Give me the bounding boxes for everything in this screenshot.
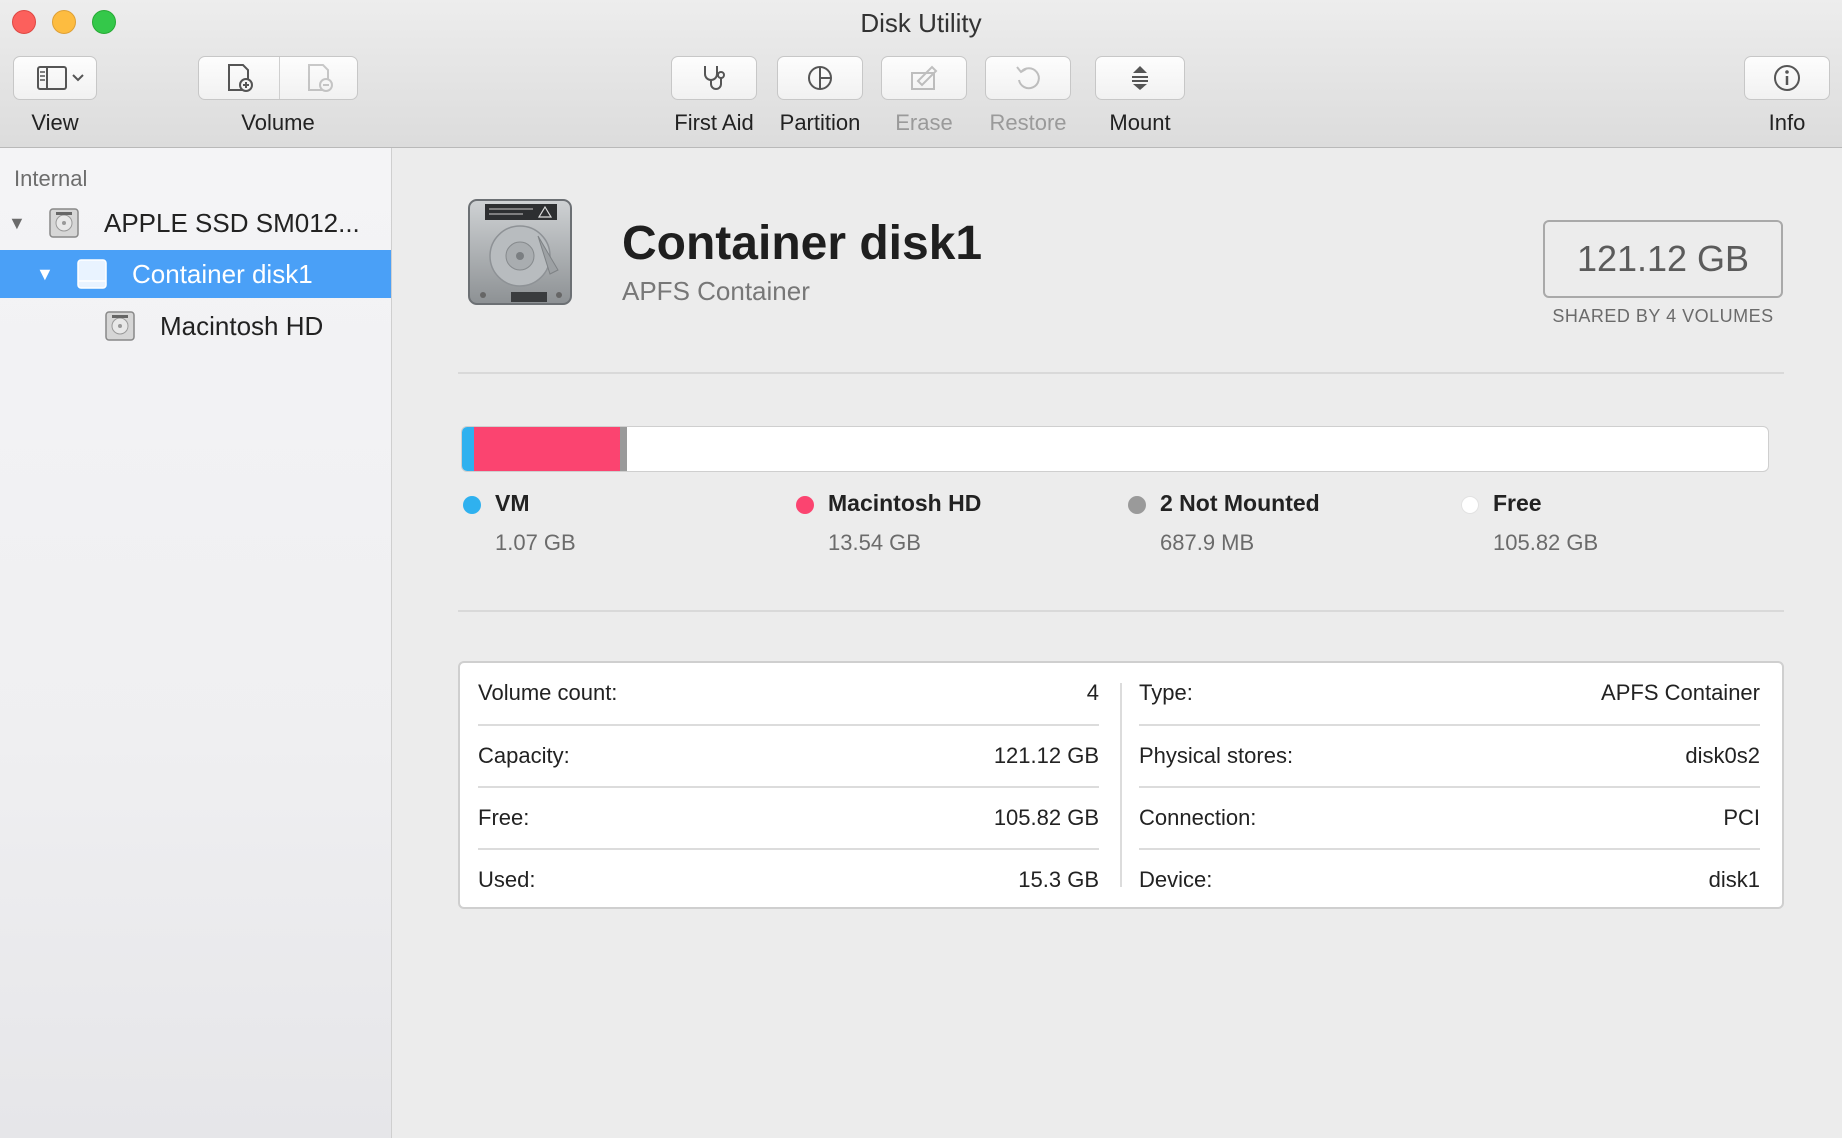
mount-button[interactable] [1095, 56, 1185, 100]
volume-button-group [198, 56, 358, 100]
volume-title: Container disk1 [622, 217, 983, 270]
erase-icon [911, 65, 938, 90]
legend-dot [796, 496, 814, 514]
legend-name: VM [495, 490, 530, 516]
usage-bar [461, 426, 1769, 472]
sidebar-item-label: Macintosh HD [160, 310, 324, 341]
partition-icon [808, 66, 832, 90]
info-icon [1774, 65, 1800, 91]
details-table: Volume count: 4 Capacity: 121.12 GB Free… [458, 661, 1784, 909]
mount-icon [1132, 66, 1148, 90]
restore-label: Restore [989, 110, 1067, 135]
stethoscope-icon [704, 66, 725, 90]
details-column-right: Type: APFS Container Physical stores: di… [1139, 663, 1760, 907]
detail-value: 15.3 GB [1018, 867, 1099, 892]
detail-label: Connection: [1139, 805, 1257, 830]
column-divider [1120, 683, 1122, 887]
first-aid-button[interactable] [671, 56, 757, 100]
volume-drive-icon [105, 311, 135, 341]
usage-segment-0 [462, 427, 474, 471]
legend-value: 687.9 MB [1160, 530, 1255, 555]
disk-utility-window: Disk Utility View Volume First Aid Parti… [0, 0, 1842, 1138]
view-label: View [31, 110, 79, 135]
detail-value: disk0s2 [1685, 743, 1760, 768]
erase-button[interactable] [881, 56, 967, 100]
detail-value: 105.82 GB [993, 805, 1099, 830]
detail-label: Device: [1139, 867, 1213, 892]
detail-row-volume-count: Volume count: 4 [478, 662, 1099, 724]
disclosure-triangle-icon[interactable]: ▼ [36, 264, 54, 285]
toolbar: Disk Utility View Volume First Aid Parti… [0, 0, 1842, 148]
sidebar-item-container-disk1[interactable]: ▼ Container disk1 [0, 250, 391, 298]
legend-value: 1.07 GB [495, 530, 576, 555]
detail-label: Type: [1139, 680, 1193, 705]
legend-dot [1128, 496, 1146, 514]
detail-row-free: Free: 105.82 GB [478, 787, 1099, 849]
disclosure-triangle-icon[interactable]: ▼ [8, 213, 26, 234]
sidebar-section-internal: Internal [14, 166, 88, 191]
internal-drive-icon [49, 208, 79, 238]
detail-value: PCI [1723, 805, 1760, 830]
volume-subtitle: APFS Container [622, 276, 810, 306]
details-column-left: Volume count: 4 Capacity: 121.12 GB Free… [478, 663, 1099, 907]
sidebar-toggle-icon [37, 66, 84, 90]
legend-name: Macintosh HD [828, 490, 982, 516]
hard-disk-icon [468, 199, 572, 305]
legend-value: 105.82 GB [1493, 530, 1599, 555]
detail-value: disk1 [1708, 867, 1760, 892]
main-panel: Container disk1 APFS Container 121.12 GB… [393, 148, 1842, 1138]
container-icon [77, 259, 107, 289]
legend-name: 2 Not Mounted [1160, 490, 1320, 516]
shared-by-caption: SHARED BY 4 VOLUMES [1552, 306, 1774, 326]
detail-row-connection: Connection: PCI [1139, 787, 1760, 849]
sidebar: Internal ▼ APPLE SSD SM012... ▼ Containe… [0, 148, 392, 1138]
detail-value: APFS Container [1601, 680, 1760, 705]
legend-name: Free [1493, 490, 1542, 516]
info-label: Info [1768, 110, 1806, 135]
restore-icon [1016, 66, 1040, 90]
view-button[interactable] [13, 56, 97, 100]
legend-dot [463, 496, 481, 514]
detail-row-used: Used: 15.3 GB [478, 849, 1099, 911]
capacity-box: 121.12 GB [1543, 220, 1783, 298]
sidebar-item-macintosh-hd[interactable]: Macintosh HD [0, 302, 391, 350]
sidebar-item-label: Container disk1 [132, 258, 313, 289]
mount-label: Mount [1109, 110, 1171, 135]
detail-label: Physical stores: [1139, 743, 1294, 768]
detail-row-capacity: Capacity: 121.12 GB [478, 725, 1099, 787]
sidebar-item-apple-ssd[interactable]: ▼ APPLE SSD SM012... [0, 199, 391, 247]
legend-dot [1461, 496, 1479, 514]
remove-volume-icon [308, 64, 333, 92]
detail-row-device: Device: disk1 [1139, 849, 1760, 911]
detail-label: Capacity: [478, 743, 570, 768]
partition-button[interactable] [777, 56, 863, 100]
sidebar-item-label: APPLE SSD SM012... [104, 207, 360, 238]
detail-row-type: Type: APFS Container [1139, 662, 1760, 724]
legend-value: 13.54 GB [828, 530, 921, 555]
detail-value: 121.12 GB [993, 743, 1099, 768]
info-button[interactable] [1744, 56, 1830, 100]
detail-row-physical-stores: Physical stores: disk0s2 [1139, 725, 1760, 787]
detail-value: 4 [1086, 680, 1099, 705]
usage-segment-1 [474, 427, 620, 471]
add-volume-icon [228, 64, 253, 92]
window-title: Disk Utility [860, 8, 982, 38]
divider [458, 372, 1784, 374]
usage-segment-2 [620, 427, 627, 471]
add-volume-button[interactable] [199, 57, 279, 99]
partition-label: Partition [779, 110, 861, 135]
detail-label: Free: [478, 805, 530, 830]
detail-label: Volume count: [478, 680, 618, 705]
volume-label: Volume [241, 110, 315, 135]
restore-button[interactable] [985, 56, 1071, 100]
erase-label: Erase [895, 110, 953, 135]
divider [458, 610, 1784, 612]
first-aid-label: First Aid [674, 110, 754, 135]
remove-volume-button[interactable] [280, 57, 358, 99]
detail-label: Used: [478, 867, 536, 892]
